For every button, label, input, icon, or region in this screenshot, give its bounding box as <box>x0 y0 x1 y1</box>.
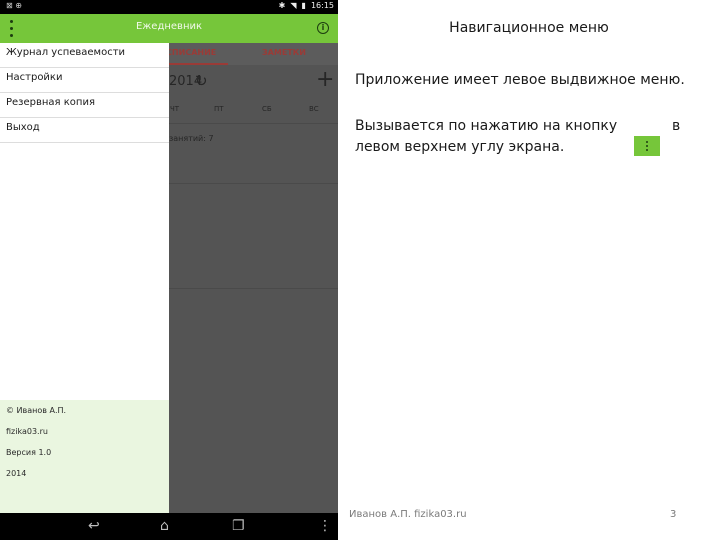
bluetooth-icon: ✱ <box>278 1 286 10</box>
info-icon[interactable]: i <box>317 22 329 34</box>
slide: ⊠ ⊕ ✱ ◥ ▮ 16:15 Ежедневник i РАСПИСАНИЕ … <box>0 0 720 540</box>
day-label: ЧТ <box>170 105 180 113</box>
plus-icon[interactable]: + <box>316 69 334 91</box>
refresh-icon[interactable]: ↻ <box>195 72 208 90</box>
version: Версия 1.0 <box>6 448 52 457</box>
back-icon[interactable]: ↩ <box>88 519 100 533</box>
vertical-dots-icon <box>634 136 660 156</box>
slide-footer: Иванов А.П. fizika03.ru <box>349 509 467 520</box>
notification-icon: ⊠ ⊕ <box>6 1 22 10</box>
divider <box>169 288 338 289</box>
drawer-footer: © Иванов А.П. fizika03.ru Версия 1.0 201… <box>0 400 169 513</box>
lesson-count: занятий: 7 <box>169 134 214 143</box>
day-label: СБ <box>262 105 272 113</box>
status-bar: ⊠ ⊕ ✱ ◥ ▮ 16:15 <box>0 0 338 14</box>
app-title: Ежедневник <box>135 21 203 32</box>
copyright: © Иванов А.П. <box>6 406 67 415</box>
app-bar: Ежедневник i <box>0 14 338 43</box>
phone-screenshot: ⊠ ⊕ ✱ ◥ ▮ 16:15 Ежедневник i РАСПИСАНИЕ … <box>0 0 338 540</box>
slide-title: Навигационное меню <box>449 20 609 36</box>
overflow-icon[interactable]: ⋮ <box>318 519 332 533</box>
drawer-item-grades[interactable]: Журнал успеваемости <box>0 43 169 68</box>
drawer-item-backup[interactable]: Резервная копия <box>0 93 169 118</box>
website: fizika03.ru <box>6 427 48 436</box>
paragraph-suffix: в <box>672 118 681 134</box>
battery-icon: ▮ <box>301 1 306 10</box>
day-label: ВС <box>309 105 319 113</box>
divider <box>169 183 338 184</box>
divider <box>169 123 338 124</box>
day-label: ПТ <box>214 105 224 113</box>
tab-indicator <box>168 63 228 65</box>
tab-notes[interactable]: ЗАМЕТКИ <box>262 48 306 57</box>
wifi-icon: ◥ <box>290 1 297 10</box>
paragraph: Приложение имеет левое выдвижное меню. <box>355 72 685 88</box>
year: 2014 <box>6 469 27 478</box>
home-icon[interactable]: ⌂ <box>160 519 169 533</box>
status-time: 16:15 <box>310 1 334 10</box>
recents-icon[interactable]: ❐ <box>232 519 245 533</box>
drawer-item-settings[interactable]: Настройки <box>0 68 169 93</box>
navigation-bar: ↩ ⌂ ❐ ⋮ <box>0 513 338 540</box>
page-number: 3 <box>670 509 677 520</box>
paragraph: Вызывается по нажатию на кнопку левом ве… <box>355 118 618 155</box>
navigation-drawer: Журнал успеваемости Настройки Резервная … <box>0 43 169 513</box>
drawer-item-exit[interactable]: Выход <box>0 118 169 143</box>
